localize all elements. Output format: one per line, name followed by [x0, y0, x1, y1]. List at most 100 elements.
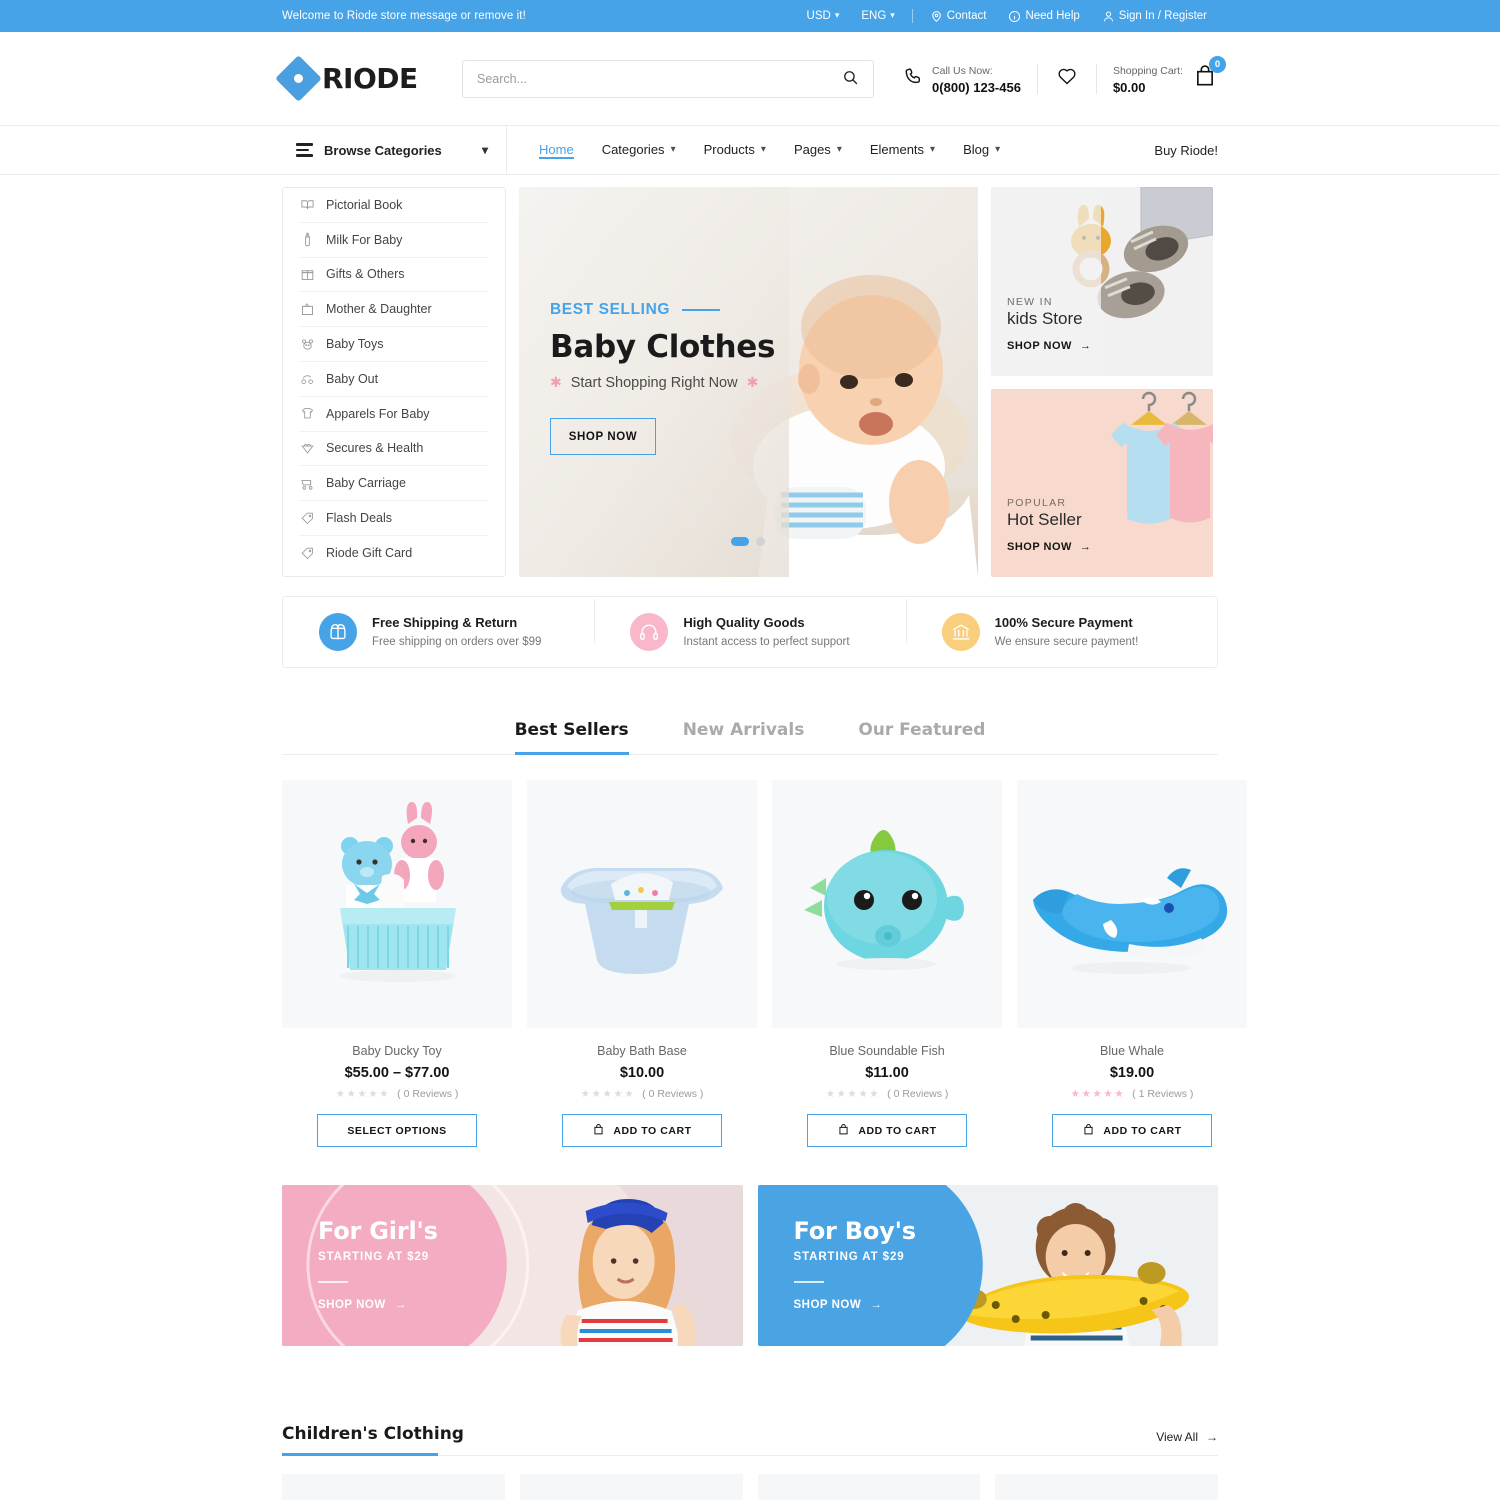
- promo-title: For Girl's: [318, 1217, 438, 1245]
- nav-item-pages[interactable]: Pages ▾: [780, 125, 856, 175]
- shopping-bag-icon: [1192, 65, 1218, 93]
- site-logo[interactable]: RIODE: [275, 55, 457, 102]
- baby-bath-base-image: [527, 780, 757, 1028]
- banner-cta-label: SHOP NOW: [1007, 541, 1072, 553]
- review-count: ( 0 Reviews ): [887, 1088, 949, 1100]
- feature-subtitle: Instant access to perfect support: [683, 635, 850, 648]
- category-item-baby-toys[interactable]: Baby Toys: [299, 327, 489, 362]
- chevron-down-icon: ▾: [836, 144, 842, 155]
- cart-label: Shopping Cart:: [1112, 64, 1183, 77]
- shield-heart-icon: [299, 440, 315, 456]
- product-card[interactable]: Blue Soundable Fish $11.00 ★★★★★ ( 0 Rev…: [772, 780, 1002, 1147]
- review-count: ( 1 Reviews ): [1132, 1088, 1194, 1100]
- call-us-block[interactable]: Call Us Now: 0(800) 123-456: [903, 61, 1037, 97]
- browse-categories-button[interactable]: Browse Categories ▾: [282, 125, 507, 175]
- buy-riode-link[interactable]: Buy Riode!: [1154, 143, 1218, 158]
- nav-item-blog[interactable]: Blog ▾: [949, 125, 1014, 175]
- nav-item-products[interactable]: Products ▾: [690, 125, 780, 175]
- feature-high-quality: High Quality Goods Instant access to per…: [594, 599, 905, 651]
- wishlist-button[interactable]: [1038, 65, 1096, 92]
- hero-slider[interactable]: BEST SELLING Baby Clothes ✱ Start Shoppi…: [519, 187, 978, 577]
- currency-selector[interactable]: USD ▾: [796, 10, 851, 23]
- add-to-cart-button[interactable]: ADD TO CART: [562, 1114, 722, 1147]
- banner-hot-seller[interactable]: POPULAR Hot Seller SHOP NOW →: [991, 388, 1213, 577]
- category-item-milk-for-baby[interactable]: Milk For Baby: [299, 223, 489, 258]
- product-image[interactable]: [772, 780, 1002, 1028]
- product-image[interactable]: [527, 780, 757, 1028]
- phone-icon: [903, 66, 924, 92]
- product-rating: ★★★★★ ( 0 Reviews ): [527, 1088, 757, 1100]
- hamburger-icon: [296, 143, 313, 157]
- category-item-mother-daughter[interactable]: Mother & Daughter: [299, 292, 489, 328]
- cart-button[interactable]: Shopping Cart: $0.00 0: [1097, 56, 1226, 97]
- tag-icon: [299, 545, 315, 561]
- tab-best-sellers[interactable]: Best Sellers: [488, 720, 656, 755]
- search-button[interactable]: [842, 69, 859, 89]
- need-help-link[interactable]: Need Help: [997, 10, 1090, 23]
- nav-item-home[interactable]: Home: [525, 125, 588, 175]
- baby-bottle-icon: [299, 232, 315, 248]
- product-card[interactable]: Baby Bath Base $10.00 ★★★★★ ( 0 Reviews …: [527, 780, 757, 1147]
- hero-shop-now-button[interactable]: SHOP NOW: [550, 418, 656, 455]
- product-image[interactable]: [1017, 780, 1247, 1028]
- product-placeholder[interactable]: [757, 1474, 981, 1500]
- product-placeholder[interactable]: [519, 1474, 743, 1500]
- feature-secure-payment: 100% Secure Payment We ensure secure pay…: [905, 599, 1217, 651]
- product-placeholder[interactable]: [282, 1474, 505, 1500]
- category-item-baby-out[interactable]: Baby Out: [299, 362, 489, 397]
- promo-cta-label: SHOP NOW: [793, 1299, 862, 1311]
- product-image[interactable]: [282, 780, 512, 1028]
- product-rating: ★★★★★ ( 0 Reviews ): [772, 1088, 1002, 1100]
- promo-banner-girls[interactable]: For Girl's STARTING AT $29 SHOP NOW →: [282, 1185, 743, 1346]
- product-price: $10.00: [619, 1065, 665, 1081]
- category-sidebar: Pictorial Book Milk For Baby Gifts & Oth…: [282, 187, 506, 577]
- slider-dot-2[interactable]: [756, 537, 765, 546]
- tab-our-featured[interactable]: Our Featured: [831, 720, 1012, 754]
- logo-text: RIODE: [322, 62, 418, 95]
- nav-item-elements[interactable]: Elements ▾: [856, 125, 949, 175]
- banner-cta[interactable]: SHOP NOW →: [1007, 541, 1091, 553]
- category-item-gifts-others[interactable]: Gifts & Others: [299, 258, 489, 293]
- product-card[interactable]: Blue Whale $19.00 ★★★★★ ( 1 Reviews ) AD…: [1017, 780, 1247, 1147]
- account-link[interactable]: Sign In / Register: [1091, 10, 1218, 23]
- category-item-secures-health[interactable]: Secures & Health: [299, 432, 489, 467]
- promo-cta[interactable]: SHOP NOW →: [318, 1299, 438, 1311]
- book-icon: [299, 197, 315, 213]
- category-item-flash-deals[interactable]: Flash Deals: [299, 501, 489, 536]
- product-price: $11.00: [865, 1065, 909, 1081]
- product-button-label: ADD TO CART: [1103, 1124, 1182, 1137]
- category-item-pictorial-book[interactable]: Pictorial Book: [299, 188, 489, 223]
- banner-cta[interactable]: SHOP NOW →: [1007, 340, 1091, 352]
- search-input[interactable]: [477, 71, 842, 86]
- banner-title: Hot Seller: [1007, 510, 1082, 529]
- product-card[interactable]: Baby Ducky Toy $55.00 – $77.00 ★★★★★ ( 0…: [282, 780, 512, 1147]
- search-bar[interactable]: [462, 59, 874, 98]
- category-label: Gifts & Others: [326, 267, 405, 282]
- slider-dot-1[interactable]: [731, 537, 749, 546]
- promo-cta[interactable]: SHOP NOW →: [794, 1299, 916, 1311]
- category-label: Baby Toys: [326, 337, 384, 352]
- feature-subtitle: Free shipping on orders over $99: [372, 635, 542, 648]
- tab-new-arrivals[interactable]: New Arrivals: [656, 720, 832, 754]
- slider-dots[interactable]: [731, 537, 765, 546]
- product-button-label: SELECT OPTIONS: [347, 1124, 447, 1137]
- product-placeholder[interactable]: [995, 1474, 1218, 1500]
- category-item-apparels-for-baby[interactable]: Apparels For Baby: [299, 397, 489, 432]
- banner-kids-store[interactable]: NEW IN kids Store SHOP NOW →: [991, 187, 1213, 376]
- view-all-link[interactable]: View All →: [1156, 1430, 1218, 1444]
- promo-banner-boys[interactable]: For Boy's STARTING AT $29 SHOP NOW →: [757, 1185, 1218, 1346]
- category-item-riode-gift-card[interactable]: Riode Gift Card: [299, 536, 489, 571]
- contact-link[interactable]: Contact: [919, 10, 998, 23]
- select-options-button[interactable]: SELECT OPTIONS: [317, 1114, 477, 1147]
- category-item-baby-carriage[interactable]: Baby Carriage: [299, 466, 489, 502]
- product-price: $55.00 – $77.00: [344, 1065, 450, 1081]
- nav-item-categories[interactable]: Categories ▾: [588, 125, 690, 175]
- add-to-cart-button[interactable]: ADD TO CART: [1052, 1114, 1212, 1147]
- nav-label: Categories: [601, 142, 665, 157]
- need-help-label: Need Help: [1025, 10, 1080, 22]
- feature-strip: Free Shipping & Return Free shipping on …: [282, 596, 1218, 668]
- banner-eyebrow: POPULAR: [1007, 497, 1067, 509]
- add-to-cart-button[interactable]: ADD TO CART: [807, 1114, 967, 1147]
- language-selector[interactable]: ENG ▾: [850, 10, 905, 23]
- product-rating: ★★★★★ ( 0 Reviews ): [282, 1088, 512, 1100]
